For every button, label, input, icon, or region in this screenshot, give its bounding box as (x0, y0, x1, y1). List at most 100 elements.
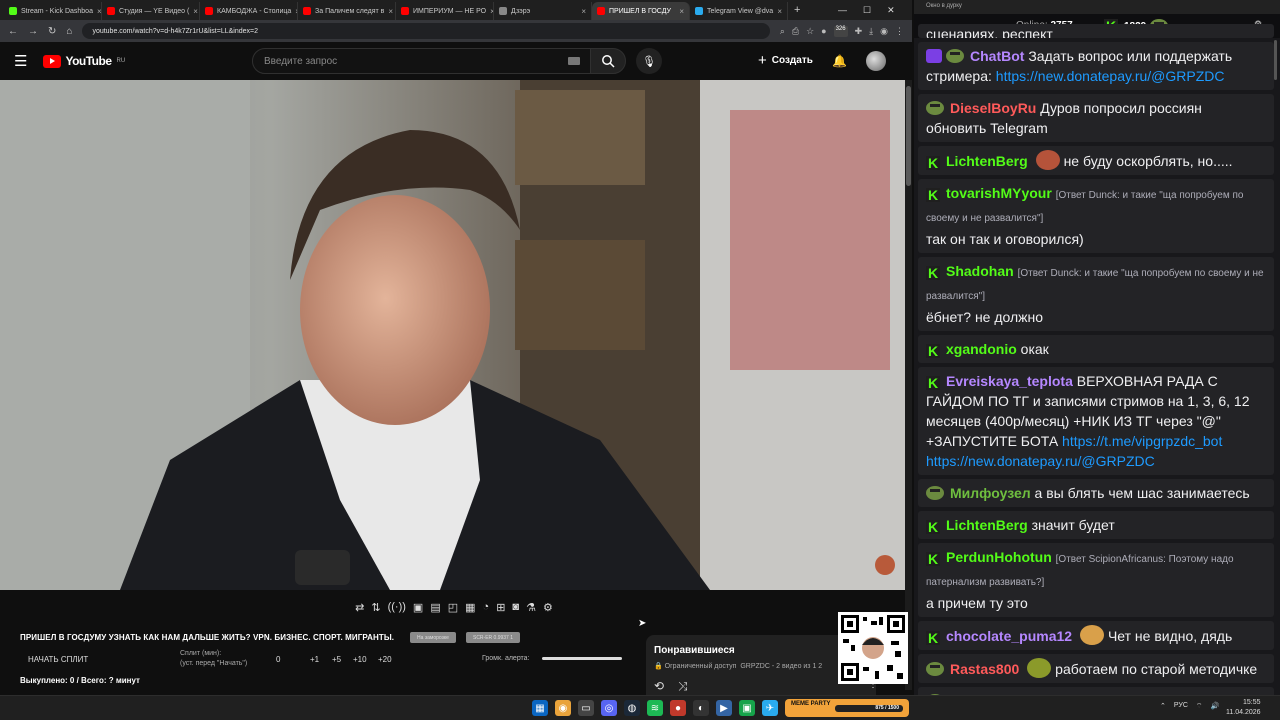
broadcast-icon[interactable]: ((·)) (388, 601, 406, 613)
folder-icon[interactable]: ▭ (578, 700, 594, 716)
film-icon[interactable]: ▤ (430, 601, 440, 614)
sort-icon[interactable]: ⇅ (371, 601, 380, 614)
reload-icon[interactable]: ↻ (48, 26, 56, 37)
add-icon[interactable]: ⊞ (496, 601, 505, 614)
gear-icon[interactable]: ⚙ (543, 601, 553, 614)
loop-playlist-icon[interactable]: ⟲ (654, 679, 664, 693)
clock[interactable]: 15:55 11.04.2026 (1226, 698, 1261, 718)
browser-tab[interactable]: Stream - Kick Dashboa × (4, 2, 102, 20)
message-link-2[interactable]: https://new.donatepay.ru/@GRPZDC (926, 453, 1155, 469)
chat-username[interactable]: Evreiskaya_teplota (946, 373, 1073, 389)
maximize-icon[interactable]: ☐ (863, 5, 871, 16)
notifications-bell-icon[interactable]: 🔔 (832, 54, 847, 68)
menu-icon[interactable]: ⋮ (895, 26, 904, 37)
chat-username[interactable]: LichtenBerg (946, 517, 1028, 533)
browser-tab[interactable]: КАМБОДЖА - Столица× (200, 2, 298, 20)
chat-username[interactable]: PerdunHohotun (946, 549, 1052, 565)
spotify-icon[interactable]: ≋ (647, 700, 663, 716)
meme-progress: 875 / 1500 (835, 705, 903, 712)
camera-icon[interactable]: ◙ (512, 601, 519, 613)
chat-username[interactable]: LichtenBerg (946, 153, 1028, 169)
youtube-logo[interactable]: YouTube RU (43, 54, 125, 68)
start-icon[interactable]: ▦ (532, 700, 548, 716)
list-icon[interactable]: ▦ (465, 601, 475, 614)
browser-tab[interactable]: Дзэрэ × (494, 2, 592, 20)
minimize-icon[interactable]: — (838, 5, 847, 16)
page-scrollbar[interactable] (905, 80, 912, 690)
hamburger-icon[interactable]: ☰ (14, 52, 27, 70)
browser-tab[interactable]: Telegram View @dva × (690, 2, 788, 20)
obs-icon[interactable]: ◐ (693, 700, 709, 716)
flask-icon[interactable]: ⚗ (526, 601, 536, 614)
split-inc-1[interactable]: +1 (310, 655, 319, 664)
url-field[interactable]: youtube.com/watch?v=d-h4k7Zr1rU&list=LL&… (82, 23, 770, 39)
split-inc-20[interactable]: +20 (378, 655, 392, 664)
split-inc-5[interactable]: +5 (332, 655, 341, 664)
download-icon[interactable]: ⤓ (869, 26, 873, 37)
browser-tab[interactable]: ИМПЕРИУМ — НЕ РО× (396, 2, 494, 20)
create-button[interactable]: + Создать (758, 52, 813, 69)
player-icon[interactable]: ▶ (716, 700, 732, 716)
chat-username[interactable]: chocolate_puma12 (946, 628, 1072, 644)
puzzle-icon[interactable]: ✚ (855, 26, 863, 37)
speed-icon[interactable]: ◔ (483, 601, 490, 613)
chrome-icon[interactable]: ◉ (555, 700, 571, 716)
chat-username[interactable]: Shadohan (946, 263, 1014, 279)
lang-indicator[interactable]: РУС (1174, 702, 1188, 711)
tab-close-icon[interactable]: × (679, 7, 684, 16)
pip-icon[interactable]: ◰ (448, 601, 458, 614)
zoom-icon[interactable]: ⌕ (780, 26, 785, 37)
app-icon[interactable]: ▣ (739, 700, 755, 716)
message-link[interactable]: https://new.donatepay.ru/@GRPZDC (996, 68, 1225, 84)
chat-username[interactable]: DieselBoyRu (950, 100, 1036, 116)
steam-icon[interactable]: ◍ (624, 700, 640, 716)
tab-close-icon[interactable]: × (388, 7, 393, 16)
tab-close-icon[interactable]: × (193, 7, 198, 16)
scrollbar-thumb[interactable] (906, 86, 911, 186)
extension-icon[interactable]: ● (821, 26, 826, 37)
split-inc-10[interactable]: +10 (353, 655, 367, 664)
video-player[interactable] (0, 80, 905, 590)
forward-icon[interactable]: → (28, 26, 38, 37)
browser-tab[interactable]: За Паличем следят в × (298, 2, 396, 20)
recorder-icon[interactable]: ● (670, 700, 686, 716)
chat-username[interactable]: xgandonio (946, 341, 1017, 357)
volume-icon[interactable]: 🔊 (1211, 702, 1220, 711)
home-icon[interactable]: ⌂ (66, 26, 72, 37)
split-value[interactable]: 0 (276, 655, 280, 664)
voice-search-button[interactable]: 🎙 (636, 48, 662, 74)
profile-icon[interactable]: ◉ (880, 26, 888, 37)
start-split-button[interactable]: НАЧАТЬ СПЛИТ (28, 655, 88, 664)
tab-close-icon[interactable]: × (777, 7, 782, 16)
message-link[interactable]: https://t.me/vipgrpzdc_bot (1062, 433, 1222, 449)
chat-username[interactable]: Rastas800 (950, 661, 1019, 677)
chevron-up-icon[interactable]: ⌃ (1160, 702, 1166, 711)
chat-username[interactable]: tovarishMYyour (946, 185, 1052, 201)
share-icon[interactable]: ⎙ (792, 26, 799, 37)
chat-scrollbar[interactable] (1274, 40, 1279, 680)
search-button[interactable] (590, 48, 626, 74)
star-icon[interactable]: ☆ (806, 26, 814, 37)
shuffle-icon[interactable]: ⤨ (678, 679, 688, 694)
chat-scrollbar-thumb[interactable] (1274, 40, 1277, 80)
tab-close-icon[interactable]: × (581, 7, 586, 16)
tab-close-icon[interactable]: × (97, 7, 101, 16)
alert-volume-slider[interactable] (542, 657, 622, 660)
browser-tab[interactable]: ПРИШЕЛ В ГОСДУ × (592, 2, 690, 20)
wifi-icon[interactable]: ⌔ (1196, 702, 1203, 711)
chat-username[interactable]: Милфоузел (950, 485, 1031, 501)
emote-icon (1035, 150, 1060, 170)
back-icon[interactable]: ← (8, 26, 18, 37)
cast-icon[interactable]: ▣ (413, 601, 423, 614)
browser-tab[interactable]: Студия — YE Видео (× (102, 2, 200, 20)
avatar[interactable] (866, 51, 886, 71)
discord-icon[interactable]: ◎ (601, 700, 617, 716)
meme-party-widget[interactable]: MEME PARTY 875 / 1500 (785, 699, 909, 717)
telegram-icon[interactable]: ✈ (762, 700, 778, 716)
close-icon[interactable]: ✕ (887, 5, 895, 16)
keyboard-icon[interactable] (568, 57, 580, 65)
new-tab-icon[interactable]: + (794, 4, 800, 16)
chat-username[interactable]: ChatBot (970, 48, 1024, 64)
loop-icon[interactable]: ⇄ (355, 601, 364, 614)
search-input[interactable]: Введите запрос (252, 48, 592, 74)
